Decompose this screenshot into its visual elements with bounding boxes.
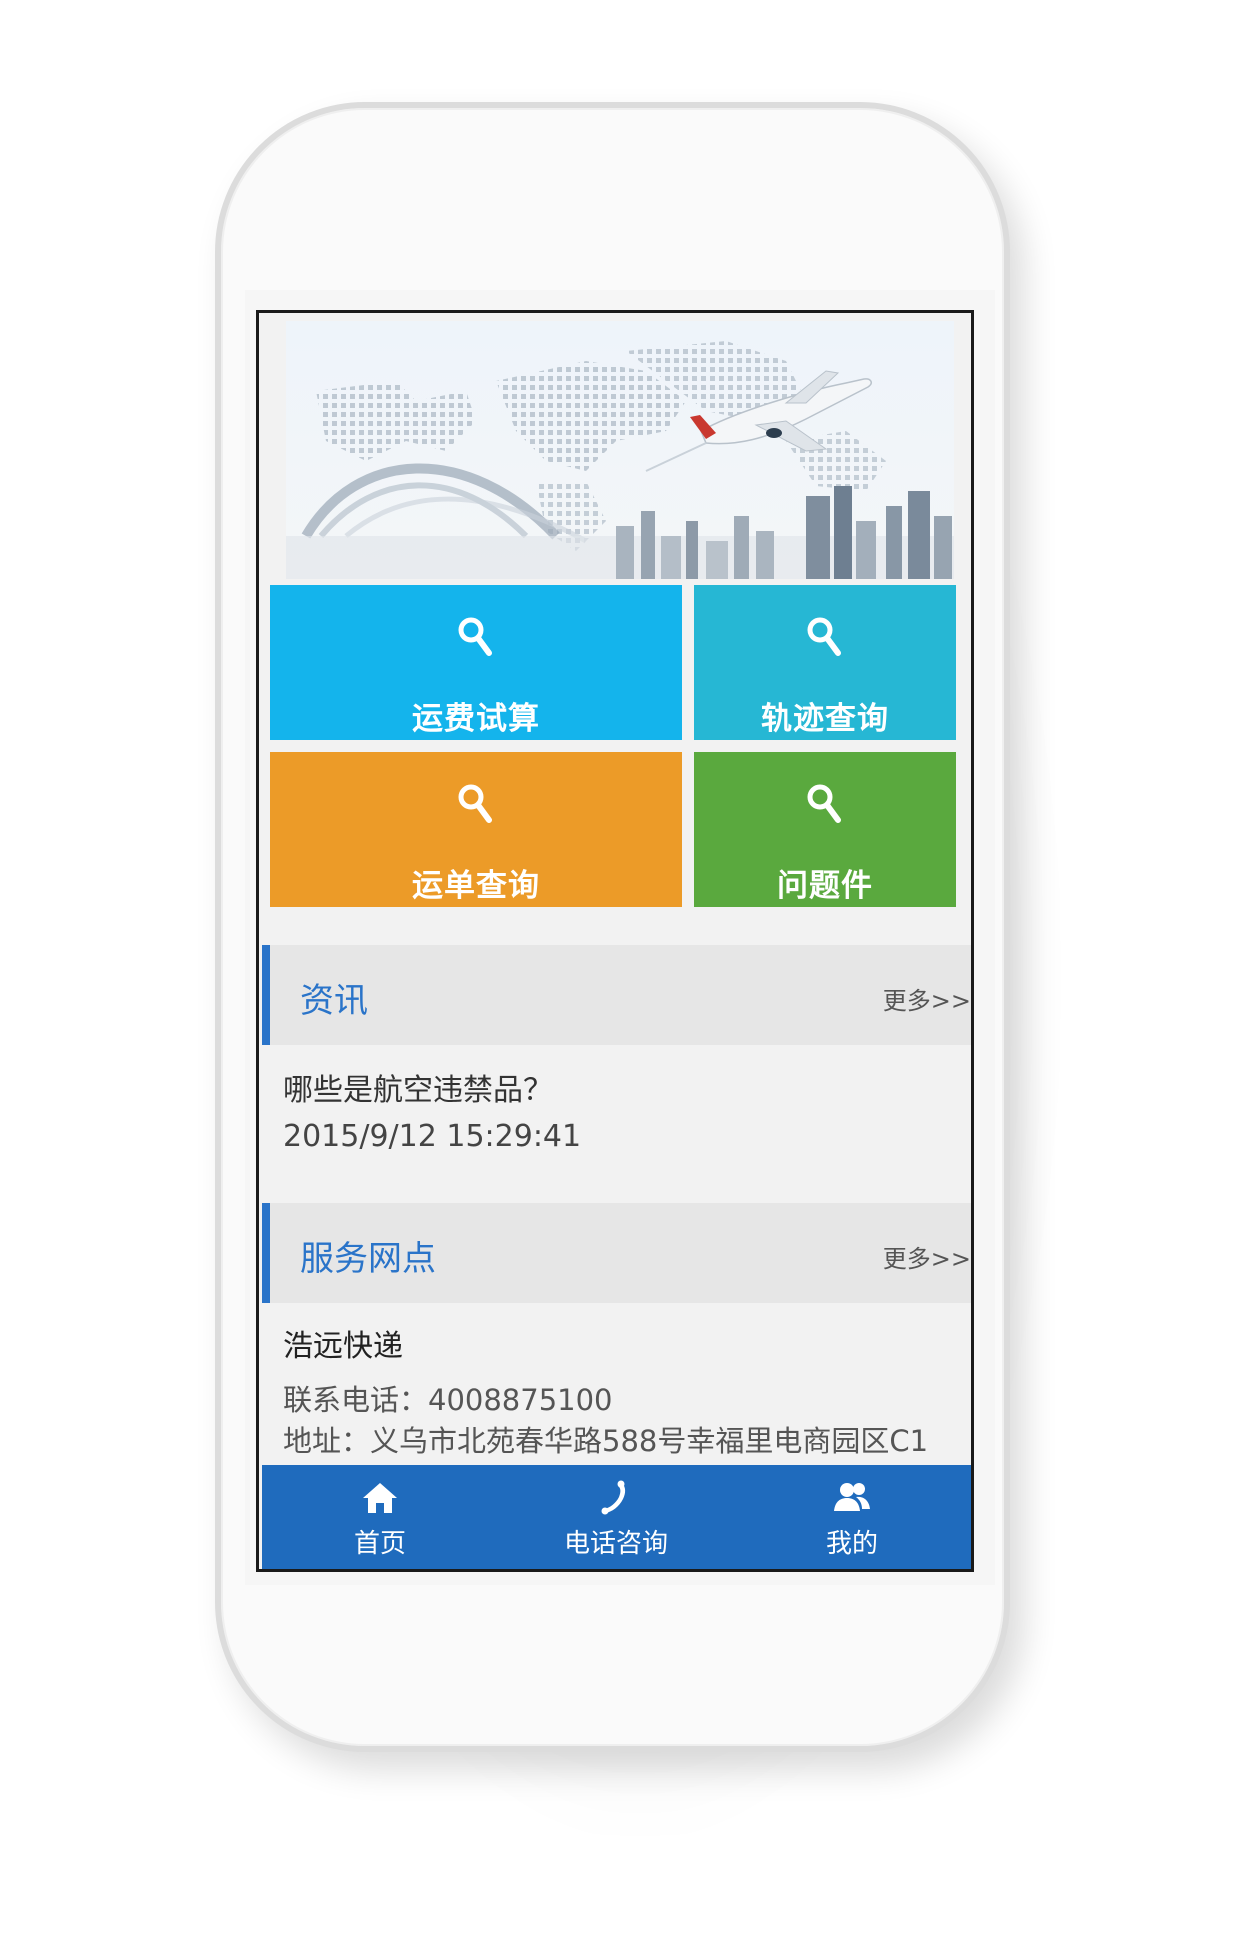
tile-waybill-query[interactable]: 运单查询 <box>270 752 682 907</box>
tab-home-label: 首页 <box>353 1529 406 1559</box>
news-item-title[interactable]: 哪些是航空违禁品？ <box>283 1065 553 1109</box>
search-icon <box>805 782 845 826</box>
tile-label: 运单查询 <box>412 868 540 904</box>
tile-label: 运费试算 <box>412 701 540 737</box>
tab-home[interactable]: 首页 <box>262 1465 498 1569</box>
app-screen: 运费试算 轨迹查询 运单查询 问题件 资讯 更多>> 哪些是航空违禁品？ 201… <box>256 310 974 1572</box>
search-icon <box>456 615 496 659</box>
outlet-phone: 联系电话：4008875100 <box>283 1383 613 1417</box>
tile-label: 轨迹查询 <box>761 701 889 737</box>
news-section-header: 资讯 更多>> <box>262 945 971 1045</box>
tile-tracking[interactable]: 轨迹查询 <box>694 585 956 740</box>
outlets-more-link[interactable]: 更多>> <box>883 1239 971 1274</box>
outlet-address: 地址：义乌市北苑春华路588号幸福里电商园区C1 <box>283 1424 929 1458</box>
outlets-section-title: 服务网点 <box>300 1239 436 1279</box>
news-section-title: 资讯 <box>300 981 368 1021</box>
tile-label: 问题件 <box>777 868 873 904</box>
news-item-time: 2015/9/12 15:29:41 <box>283 1119 582 1154</box>
outlet-name[interactable]: 浩远快递 <box>283 1321 403 1365</box>
tab-phone-label: 电话咨询 <box>563 1529 668 1559</box>
outlets-section-header: 服务网点 更多>> <box>262 1203 971 1303</box>
tile-problem-parcel[interactable]: 问题件 <box>694 752 956 907</box>
users-icon <box>832 1479 872 1517</box>
tab-phone-consult[interactable]: 电话咨询 <box>498 1465 734 1569</box>
bottom-tab-bar: 首页 电话咨询 我的 <box>262 1465 971 1569</box>
airplane-city-illustration <box>286 321 954 579</box>
home-icon <box>360 1479 400 1517</box>
search-icon <box>805 615 845 659</box>
search-icon <box>456 782 496 826</box>
tab-mine[interactable]: 我的 <box>734 1465 970 1569</box>
tile-freight-calc[interactable]: 运费试算 <box>270 585 682 740</box>
news-more-link[interactable]: 更多>> <box>883 981 971 1016</box>
banner-image <box>286 321 954 579</box>
tab-mine-label: 我的 <box>825 1529 878 1559</box>
phone-icon <box>596 1479 636 1517</box>
